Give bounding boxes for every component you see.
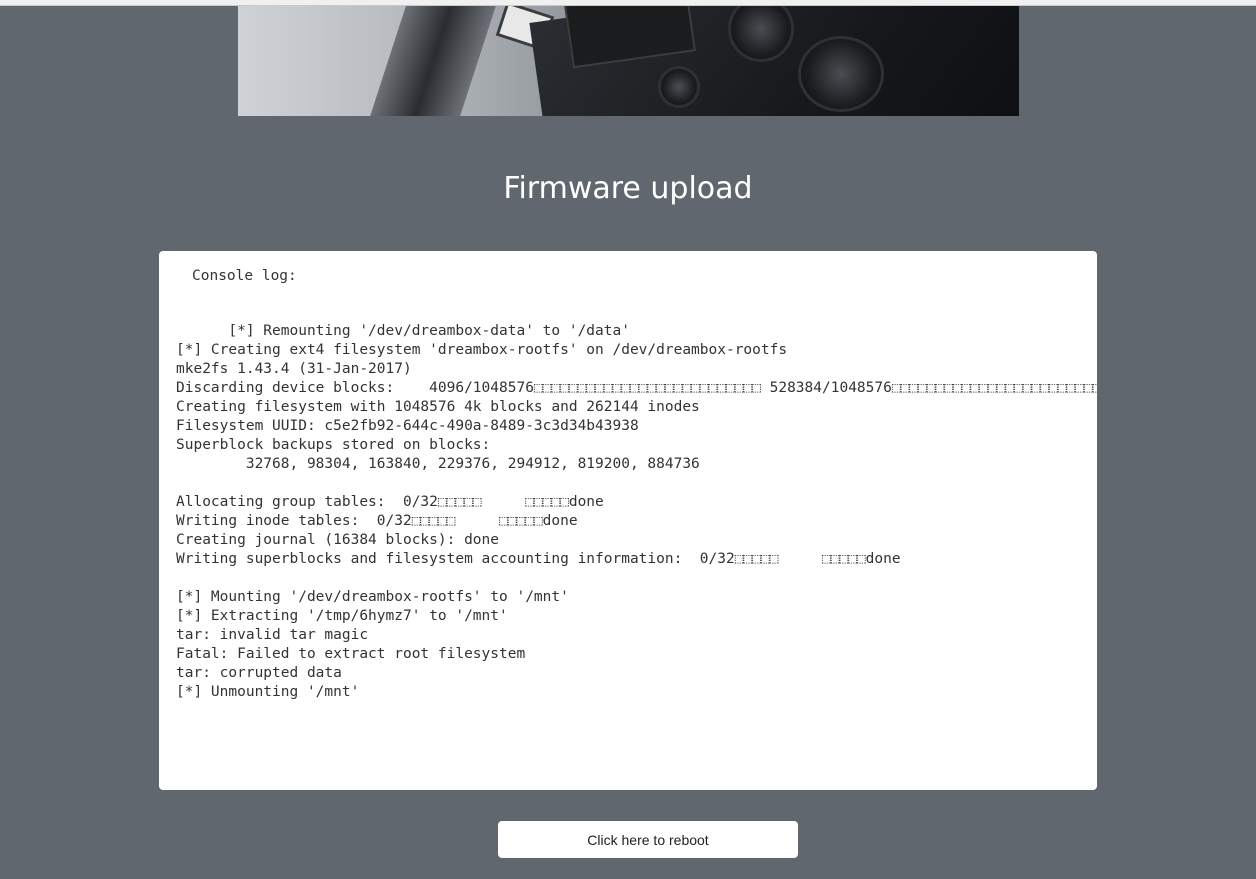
console-log-label: Console log:	[192, 268, 297, 284]
banner-inductor-shape	[798, 36, 884, 112]
banner-inductor-shape	[658, 66, 700, 108]
banner-connector-shape	[370, 6, 496, 116]
console-log-output: [*] Remounting '/dev/dreambox-data' to '…	[176, 323, 1097, 700]
page-title: Firmware upload	[503, 171, 753, 206]
reboot-button[interactable]: Click here to reboot	[498, 821, 798, 858]
console-log-panel: Console log: [*] Remounting '/dev/dreamb…	[159, 251, 1097, 790]
header-banner-image	[238, 6, 1019, 116]
